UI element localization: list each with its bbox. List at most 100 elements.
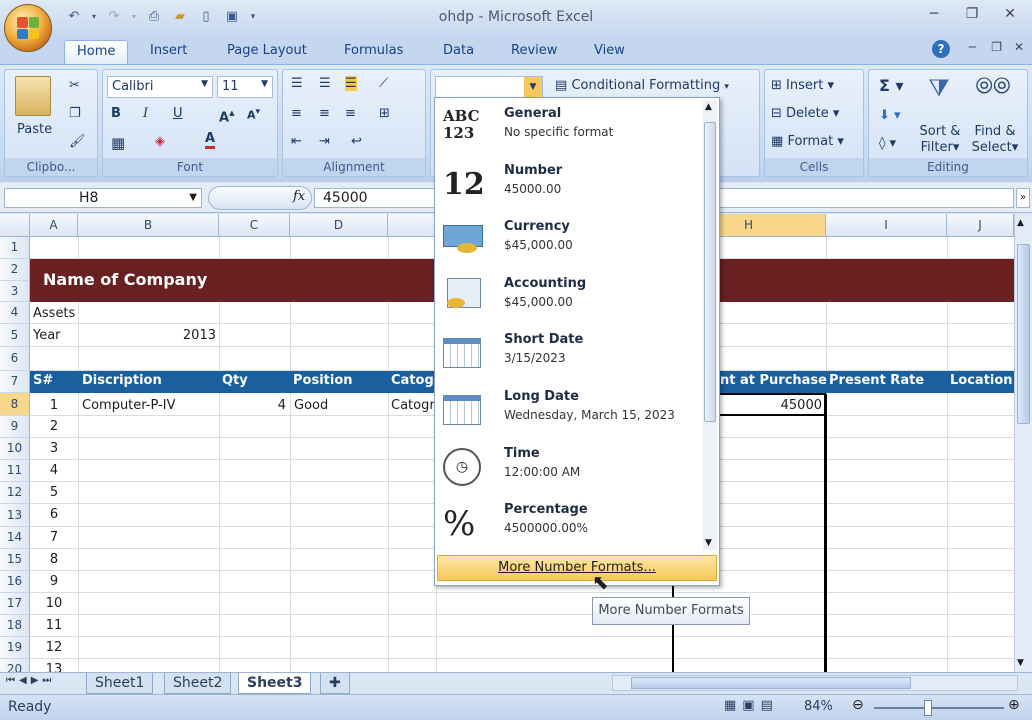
zoom-out-icon[interactable]: ⊖ <box>852 697 864 713</box>
row-header[interactable]: 11 <box>0 460 30 482</box>
row-header[interactable]: 1 <box>0 237 30 259</box>
align-left-icon[interactable]: ≡ <box>291 106 302 121</box>
zoom-slider-thumb[interactable] <box>924 700 932 716</box>
sheet-tab-sheet2[interactable]: Sheet2 <box>164 673 232 694</box>
number-format-item[interactable]: ◷ Time 12:00:00 AM <box>435 440 705 496</box>
row-header[interactable]: 5 <box>0 324 30 347</box>
tab-insert[interactable]: Insert <box>138 40 199 64</box>
increase-indent-icon[interactable]: ⇥ <box>319 134 330 149</box>
workbook-close-icon[interactable]: ✕ <box>1014 40 1024 54</box>
insert-cells-button[interactable]: ⊞ Insert ▾ <box>771 78 834 93</box>
column-header[interactable]: J <box>947 214 1014 237</box>
chevron-down-icon[interactable]: ▼ <box>189 189 197 207</box>
binoculars-icon[interactable]: ⦾⦾ <box>973 74 1013 110</box>
tab-view[interactable]: View <box>582 40 637 64</box>
tab-review[interactable]: Review <box>499 40 569 64</box>
scroll-down-icon[interactable]: ▼ <box>705 538 712 548</box>
row-header[interactable]: 18 <box>0 615 30 637</box>
vertical-scrollbar[interactable]: ▲ ▼ <box>1014 214 1032 672</box>
column-header[interactable]: C <box>219 214 290 237</box>
row-header[interactable]: 10 <box>0 438 30 460</box>
autosum-icon[interactable]: Σ ▾ <box>879 76 904 95</box>
sheet-tab-sheet3[interactable]: Sheet3 <box>238 673 312 694</box>
restore-icon[interactable]: ❐ <box>958 5 986 23</box>
expand-formula-icon[interactable]: » <box>1016 188 1030 208</box>
tab-page-layout[interactable]: Page Layout <box>215 40 319 64</box>
name-box[interactable]: H8 ▼ <box>4 188 202 208</box>
office-button[interactable] <box>4 4 52 52</box>
dropdown-scrollbar[interactable]: ▲ ▼ <box>703 100 717 550</box>
scroll-thumb[interactable] <box>704 122 716 422</box>
number-format-item[interactable]: Short Date 3/15/2023 <box>435 326 705 382</box>
view-buttons-icon[interactable]: ▦▣▤ <box>724 698 779 713</box>
close-icon[interactable]: ✕ <box>996 5 1024 23</box>
zoom-level[interactable]: 84% <box>804 699 833 714</box>
find-select-button[interactable]: Find & Select▾ <box>967 124 1023 156</box>
format-painter-icon[interactable]: 🖌 <box>69 134 86 149</box>
align-right-icon[interactable]: ≡ <box>345 106 356 121</box>
copy-icon[interactable]: ❐ <box>69 106 81 121</box>
align-bottom-icon[interactable]: ☰ <box>345 76 357 91</box>
format-cells-button[interactable]: ▦ Format ▾ <box>771 134 844 149</box>
align-middle-icon[interactable]: ☰ <box>319 76 331 91</box>
clear-icon[interactable]: ◊ ▾ <box>879 136 896 151</box>
align-top-icon[interactable]: ☰ <box>291 76 303 91</box>
number-format-item[interactable]: Currency $45,000.00 <box>435 213 705 269</box>
row-header[interactable]: 12 <box>0 482 30 504</box>
italic-icon[interactable]: I <box>143 106 148 121</box>
wrap-text-icon[interactable]: ↩ <box>351 134 362 149</box>
help-icon[interactable]: ? <box>932 40 950 58</box>
tab-formulas[interactable]: Formulas <box>332 40 415 64</box>
row-header[interactable]: 2 <box>0 259 30 281</box>
ribbon-restore-icon[interactable]: ❐ <box>991 40 1002 54</box>
merge-center-icon[interactable]: ⊞ <box>379 106 390 121</box>
row-header[interactable]: 15 <box>0 549 30 571</box>
number-format-item[interactable]: Long Date Wednesday, March 15, 2023 <box>435 383 705 439</box>
scroll-down-icon[interactable]: ▼ <box>1017 658 1024 668</box>
fill-icon[interactable]: ⬇ ▾ <box>879 108 901 123</box>
hscroll-thumb[interactable] <box>631 677 911 689</box>
row-header[interactable]: 19 <box>0 637 30 659</box>
more-number-formats-button[interactable]: More Number Formats... <box>437 555 717 581</box>
number-format-item[interactable]: ABC 123 General No specific format <box>435 100 705 156</box>
column-header[interactable]: B <box>78 214 219 237</box>
font-size-select[interactable]: 11 ▼ <box>217 76 273 98</box>
column-header[interactable]: D <box>290 214 388 237</box>
conditional-formatting-button[interactable]: ▤ Conditional Formatting ▾ <box>555 78 729 93</box>
sort-filter-button[interactable]: Sort & Filter▾ <box>915 124 965 156</box>
shrink-font-icon[interactable]: A▾ <box>247 106 260 122</box>
sheet-nav-icon[interactable]: ⏮◀▶⏭ <box>6 675 55 686</box>
column-header[interactable]: I <box>826 214 947 237</box>
tab-data[interactable]: Data <box>431 40 486 64</box>
sheet-tab-sheet1[interactable]: Sheet1 <box>86 673 154 694</box>
fx-icon[interactable]: fx <box>293 189 305 204</box>
number-format-select[interactable]: ▼ <box>435 76 543 98</box>
select-all[interactable] <box>0 214 30 237</box>
zoom-in-icon[interactable]: ⊕ <box>1008 697 1020 713</box>
font-name-select[interactable]: Calibri ▼ <box>107 76 213 98</box>
row-header[interactable]: 8 <box>0 393 30 416</box>
sort-filter-icon[interactable]: ⧩ <box>919 74 959 110</box>
bold-icon[interactable]: B <box>111 106 121 121</box>
row-header[interactable]: 6 <box>0 347 30 371</box>
orientation-icon[interactable]: ⟋ <box>379 76 388 91</box>
delete-cells-button[interactable]: ⊟ Delete ▾ <box>771 106 839 121</box>
zoom-slider[interactable] <box>874 707 1004 709</box>
row-header[interactable]: 16 <box>0 571 30 593</box>
scroll-up-icon[interactable]: ▲ <box>1017 218 1024 228</box>
decrease-indent-icon[interactable]: ⇤ <box>291 134 302 149</box>
row-header[interactable]: 7 <box>0 371 30 393</box>
row-header[interactable]: 13 <box>0 504 30 527</box>
align-center-icon[interactable]: ≡ <box>319 106 330 121</box>
number-format-item[interactable]: 12 Number 45000.00 <box>435 157 705 213</box>
underline-icon[interactable]: U <box>173 106 183 121</box>
row-header[interactable]: 20 <box>0 659 30 672</box>
paste-button[interactable]: Paste <box>17 122 52 137</box>
minimize-icon[interactable]: ─ <box>920 5 948 23</box>
fill-color-icon[interactable]: ◈ <box>155 134 165 149</box>
cut-icon[interactable]: ✂ <box>69 78 80 93</box>
insert-sheet-icon[interactable]: ✚ <box>320 673 350 694</box>
grow-font-icon[interactable]: A▴ <box>219 106 235 125</box>
column-header[interactable]: A <box>30 214 78 237</box>
borders-icon[interactable]: ▦ <box>111 134 125 152</box>
